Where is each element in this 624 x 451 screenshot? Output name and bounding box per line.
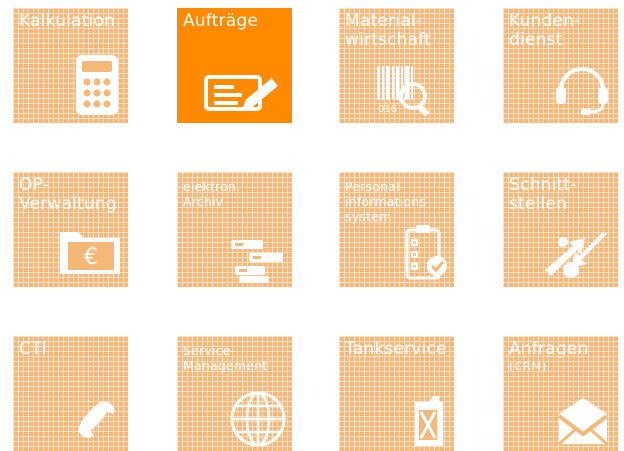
tile-title: Anfragen xyxy=(509,339,589,359)
tile-materialwirtschaft[interactable]: Material- wirtschaft 016 xyxy=(339,8,454,123)
jerrycan-icon xyxy=(415,396,443,446)
tile-tankservice[interactable]: Tankservice xyxy=(339,336,454,451)
barcode-number: 016 xyxy=(378,104,397,115)
tile-title: Service- Management xyxy=(183,343,268,373)
euro-folder-icon: € xyxy=(60,232,120,274)
tile-title: elektron. Archiv xyxy=(183,179,241,209)
tile-title: Aufträge xyxy=(183,11,259,31)
interface-arrows-icon xyxy=(545,232,607,278)
tile-anfragen-crm[interactable]: Anfragen (CRM) xyxy=(503,336,618,451)
tile-subtitle: (CRM) xyxy=(509,360,548,373)
tile-auftraege[interactable]: Aufträge xyxy=(177,8,292,123)
tile-title: CTI xyxy=(19,339,47,359)
tile-service-management[interactable]: Service- Management xyxy=(177,336,292,451)
tile-personalinformationssystem[interactable]: Personal- informations- system xyxy=(339,172,454,287)
tile-title: Tankservice xyxy=(345,339,447,359)
phone-icon xyxy=(78,401,115,439)
clipboard-check-icon xyxy=(405,225,447,280)
tile-elektron-archiv[interactable]: elektron. Archiv xyxy=(177,172,292,287)
barcode-search-icon: 016 xyxy=(377,66,430,116)
envelope-icon xyxy=(557,398,609,446)
tile-title: Kalkulation xyxy=(19,11,115,31)
headset-icon xyxy=(556,67,608,115)
signature-icon xyxy=(204,75,282,111)
tile-title: OP- Verwaltung xyxy=(19,175,117,214)
tile-schnittstellen[interactable]: Schnitt- stellen xyxy=(503,172,618,287)
archive-drawers-icon xyxy=(231,240,283,283)
tile-kalkulation[interactable]: Kalkulation xyxy=(13,8,128,123)
tile-kundendienst[interactable]: Kunden- dienst xyxy=(503,8,618,123)
globe-icon xyxy=(230,391,286,447)
tile-cti[interactable]: CTI xyxy=(13,336,128,451)
tile-op-verwaltung[interactable]: OP- Verwaltung € xyxy=(13,172,128,287)
tile-title: Material- wirtschaft xyxy=(345,11,432,50)
calculator-icon xyxy=(76,55,118,115)
tile-title: Schnitt- stellen xyxy=(509,175,577,214)
euro-symbol: € xyxy=(84,245,98,270)
tile-title: Personal- informations- system xyxy=(345,179,431,224)
tile-title: Kunden- dienst xyxy=(509,11,581,50)
